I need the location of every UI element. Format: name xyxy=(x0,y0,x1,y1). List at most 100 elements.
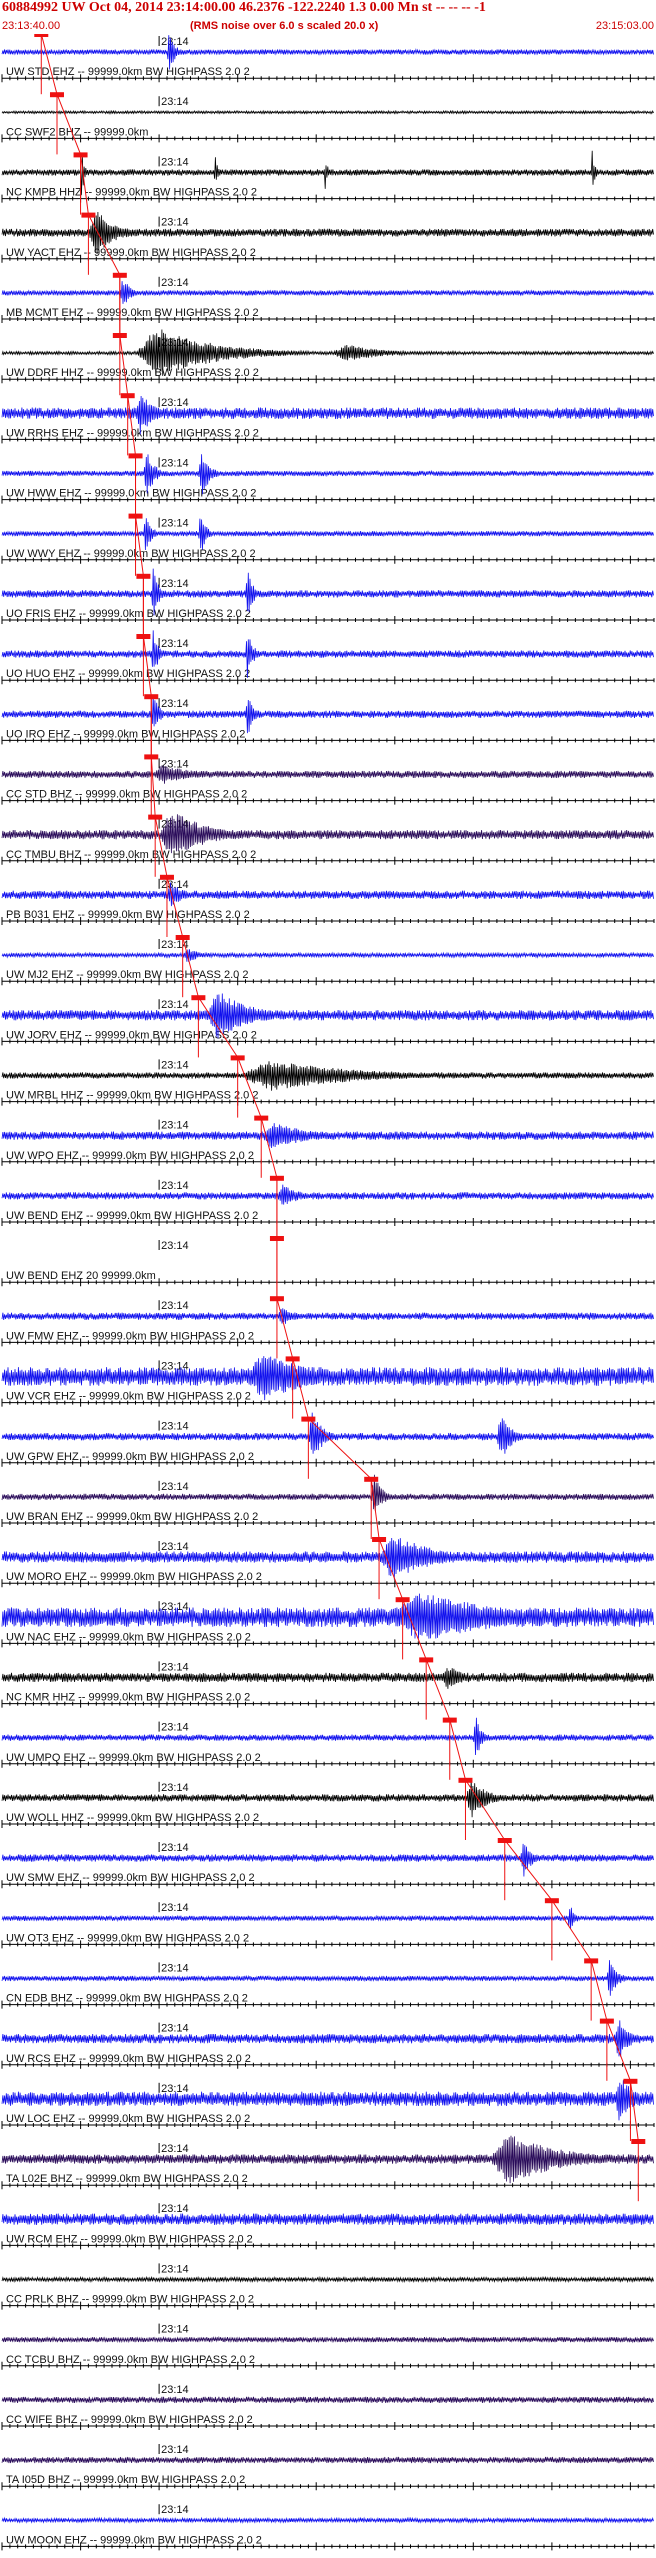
trace-row: 23:14 UW WPO EHZ -- 99999.0km BW HIGHPASS… xyxy=(1,1115,655,1178)
trace-row: 23:14 TA L02E BHZ -- 99999.0km BW HIGHPAS… xyxy=(1,2135,655,2202)
trace-row: 23:14 UW FMW EHZ -- 99999.0km BW HIGHPASS… xyxy=(1,1296,655,1359)
station-label: UW MRBL HHZ -- 99999.0km BW HIGHPASS 2.0… xyxy=(6,1090,258,1102)
end-time-label: 23:15:03.00 xyxy=(595,20,654,32)
station-label: UW DDRF HHZ -- 99999.0km BW HIGHPASS 2.0… xyxy=(6,367,259,379)
station-label: UW BRAN EHZ -- 99999.0km BW HIGHPASS 2.0… xyxy=(6,1511,258,1523)
waveform-trace xyxy=(1,2516,654,2524)
minute-label: 23:14 xyxy=(161,1481,189,1493)
trace-row: 23:14 MB MCMT EHZ -- 99999.0km BW HIGHPAS… xyxy=(1,272,655,335)
trace-row: 23:14 UW GPW EHZ -- 99999.0km BW HIGHPASS… xyxy=(1,1412,655,1479)
trace-row: 23:14 UW RCS EHZ -- 99999.0km BW HIGHPASS… xyxy=(1,2018,655,2081)
minute-label: 23:14 xyxy=(161,2324,189,2336)
waveform-trace xyxy=(1,1960,654,1996)
trace-row: 23:14 NC KMR HHZ -- 99999.0km BW HIGHPASS… xyxy=(1,1657,655,1720)
station-label: UO FRIS EHZ -- 99999.0km BW HIGHPASS 2.0… xyxy=(6,608,251,620)
trace-row: 23:14 UW UMPQ EHZ -- 99999.0km BW HIGHPAS… xyxy=(1,1717,655,1780)
trace-row: 23:14CC STD BHZ -- 99999.0km BW HIGHPASS… xyxy=(1,754,655,817)
trace-row: 23:14UW DDRF HHZ -- 99999.0km BW HIGHPAS… xyxy=(1,329,655,396)
waveform-trace xyxy=(1,2020,654,2057)
station-label: UW HWW EHZ -- 99999.0km BW HIGHPASS 2.0 … xyxy=(6,488,256,500)
minute-label: 23:14 xyxy=(161,1782,189,1794)
station-label: UW OT3 EHZ -- 99999.0km BW HIGHPASS 2.0 … xyxy=(6,1932,249,1944)
trace-row: 23:14 UW WWY EHZ -- 99999.0km BW HIGHPASS… xyxy=(1,513,655,576)
trace-row: 23:14 UW JORV EHZ -- 99999.0km BW HIGHPAS… xyxy=(1,993,655,1058)
station-label: UW LOC EHZ -- 99999.0km BW HIGHPASS 2.0 … xyxy=(6,2113,250,2125)
station-label: CC PRLK BHZ -- 99999.0km BW HIGHPASS 2.0… xyxy=(6,2294,254,2306)
trace-row: 23:14 CN EDB BHZ -- 99999.0km BW HIGHPASS… xyxy=(1,1958,655,2021)
station-label: UW BEND EHZ 20 99999.0km xyxy=(6,1270,156,1282)
station-label: UW UMPQ EHZ -- 99999.0km BW HIGHPASS 2.0… xyxy=(6,1752,261,1764)
trace-row: 23:14CC TMBU BHZ -- 99999.0km BW HIGHPAS… xyxy=(1,814,655,877)
minute-label: 23:14 xyxy=(161,457,189,469)
minute-label: 23:14 xyxy=(161,2384,189,2396)
waveform-trace xyxy=(1,518,654,551)
minute-label: 23:14 xyxy=(161,578,189,590)
station-label: UW WOLL HHZ -- 99999.0km BW HIGHPASS 2.0… xyxy=(6,1812,259,1824)
station-label: UW WPO EHZ -- 99999.0km BW HIGHPASS 2.0 … xyxy=(6,1150,254,1162)
station-label: CC TMBU BHZ -- 99999.0km BW HIGHPASS 2.0… xyxy=(6,849,256,861)
trace-row: 23:14 UW BRAN EHZ -- 99999.0km BW HIGHPAS… xyxy=(1,1474,655,1539)
minute-label: 23:14 xyxy=(161,2023,189,2035)
station-label: UW MOON EHZ -- 99999.0km BW HIGHPASS 2.0… xyxy=(6,2534,262,2546)
minute-label: 23:14 xyxy=(161,1120,189,1132)
waveform-trace xyxy=(1,1308,654,1324)
plot-header: 60884992 UW Oct 04, 2014 23:14:00.00 46.… xyxy=(0,0,656,34)
minute-label: 23:14 xyxy=(161,518,189,530)
station-label: NC KMPB HHZ -- 99999.0km BW HIGHPASS 2.0… xyxy=(6,187,257,199)
trace-row: 23:14 UW MOON EHZ -- 99999.0km BW HIGHPAS… xyxy=(1,2504,655,2551)
minute-label: 23:14 xyxy=(161,1180,189,1192)
minute-label: 23:14 xyxy=(161,36,189,48)
trace-row: 23:14 PB B031 EHZ -- 99999.0km BW HIGHPAS… xyxy=(1,874,655,937)
minute-label: 23:14 xyxy=(161,999,189,1011)
minute-label: 23:14 xyxy=(161,397,189,409)
trace-row: 23:14 CC TCBU BHZ -- 99999.0km BW HIGHPAS… xyxy=(1,2323,655,2370)
station-label: UO HUO EHZ -- 99999.0km BW HIGHPASS 2.0 … xyxy=(6,668,250,680)
station-label: UW NAC EHZ -- 99999.0km BW HIGHPASS 2.0 … xyxy=(6,1631,251,1643)
waveform-trace xyxy=(1,2275,654,2284)
trace-row: 23:14 CC WIFE BHZ -- 99999.0km BW HIGHPAS… xyxy=(1,2383,655,2430)
minute-label: 23:14 xyxy=(161,1962,189,1974)
waveform-trace xyxy=(1,1474,654,1512)
minute-label: 23:14 xyxy=(161,2444,189,2456)
trace-row: 23:14UW VCR EHZ -- 99999.0km BW HIGHPASS… xyxy=(1,1356,655,1419)
trace-row: 23:14 NC KMPB HHZ -- 99999.0km BW HIGHPAS… xyxy=(1,150,655,215)
trace-row: 23:14 CC PRLK BHZ -- 99999.0km BW HIGHPAS… xyxy=(1,2263,655,2310)
minute-label: 23:14 xyxy=(161,638,189,650)
minute-label: 23:14 xyxy=(161,1240,189,1252)
minute-label: 23:14 xyxy=(161,96,189,108)
station-label: CC SWF2 BHZ -- 99999.0km xyxy=(6,126,148,138)
trace-row: 23:14 UW STD EHZ -- 99999.0km BW HIGHPASS… xyxy=(1,34,655,95)
minute-label: 23:14 xyxy=(161,1421,189,1433)
station-label: UW SMW EHZ -- 99999.0km BW HIGHPASS 2.0 … xyxy=(6,1872,255,1884)
station-label: PB B031 EHZ -- 99999.0km BW HIGHPASS 2.0… xyxy=(6,909,250,921)
minute-label: 23:14 xyxy=(161,2504,189,2516)
station-label: UW BEND EHZ -- 99999.0km BW HIGHPASS 2.0… xyxy=(6,1210,258,1222)
station-label: UW YACT EHZ -- 99999.0km BW HIGHPASS 2.0… xyxy=(6,247,256,259)
trace-row: 23:14 UO FRIS EHZ -- 99999.0km BW HIGHPAS… xyxy=(1,568,655,636)
minute-label: 23:14 xyxy=(161,2263,189,2275)
station-label: MB MCMT EHZ -- 99999.0km BW HIGHPASS 2.0… xyxy=(6,307,259,319)
trace-row: 23:14UW NAC EHZ -- 99999.0km BW HIGHPASS… xyxy=(1,1593,655,1660)
rms-noise-note: (RMS noise over 6.0 s scaled 20.0 x) xyxy=(190,20,379,32)
station-label: NC KMR HHZ -- 99999.0km BW HIGHPASS 2.0 … xyxy=(6,1692,250,1704)
station-label: CC TCBU BHZ -- 99999.0km BW HIGHPASS 2.0… xyxy=(6,2354,255,2366)
station-label: UW MJ2 EHZ -- 99999.0km BW HIGHPASS 2.0 … xyxy=(6,969,248,981)
minute-label: 23:14 xyxy=(161,1661,189,1673)
waveform-trace xyxy=(1,1717,654,1756)
station-label: UW RCM EHZ -- 99999.0km BW HIGHPASS 2.0 … xyxy=(6,2233,253,2245)
waveform-trace xyxy=(1,694,654,734)
trace-row: 23:14 UO HUO EHZ -- 99999.0km BW HIGHPASS… xyxy=(1,630,655,697)
trace-row: 23:14 UW BEND EHZ -- 99999.0km BW HIGHPAS… xyxy=(1,1175,655,1238)
station-label: CC STD BHZ -- 99999.0km BW HIGHPASS 2.0 … xyxy=(6,789,247,801)
trace-rows: 23:14 UW STD EHZ -- 99999.0km BW HIGHPASS… xyxy=(1,34,655,2551)
waveform-trace xyxy=(1,949,654,962)
waveform-trace xyxy=(1,1668,654,1689)
trace-row: 23:14 UW BEND EHZ 20 99999.0km xyxy=(1,1236,655,1299)
event-title: 60884992 UW Oct 04, 2014 23:14:00.00 46.… xyxy=(2,0,486,15)
minute-label: 23:14 xyxy=(161,2143,189,2155)
station-label: TA I05D BHZ -- 99999.0km BW HIGHPASS 2.0… xyxy=(6,2474,245,2486)
waveform-trace xyxy=(1,2396,654,2404)
trace-row: 23:14UW MJ2 EHZ -- 99999.0km BW HIGHPASS… xyxy=(1,935,655,998)
minute-label: 23:14 xyxy=(161,2203,189,2215)
minute-label: 23:14 xyxy=(161,217,189,229)
